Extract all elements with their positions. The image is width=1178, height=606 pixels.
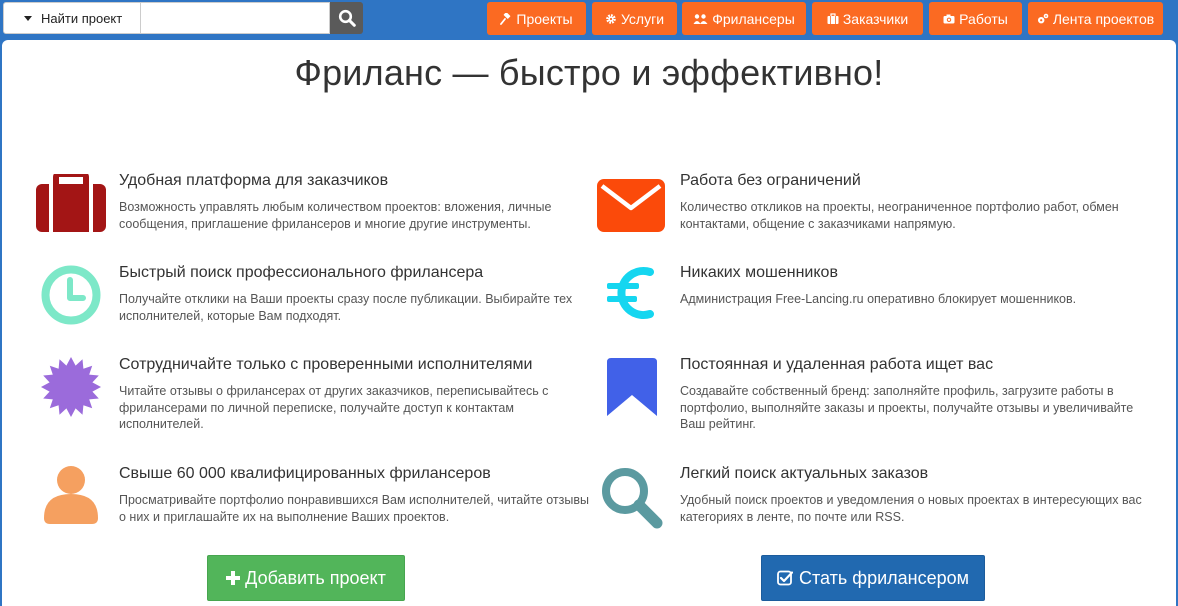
- nav-clients[interactable]: Заказчики: [812, 2, 923, 35]
- users-icon: [693, 13, 708, 24]
- nav-projects-feed[interactable]: Лента проектов: [1028, 2, 1163, 35]
- briefcase-icon: [36, 174, 106, 232]
- top-bar: Найти проект Проекты Услуги Фрилансеры З…: [0, 0, 1178, 40]
- feature-title: Быстрый поиск профессионального фрилансе…: [119, 264, 484, 281]
- feature-title: Удобная платформа для заказчиков: [119, 172, 389, 189]
- nav-projects-label: Проекты: [516, 10, 573, 27]
- caret-down-icon: [24, 15, 32, 21]
- search-icon: [602, 468, 663, 529]
- clock-icon: [41, 265, 101, 325]
- search-icon: [338, 9, 356, 27]
- feature-text: Получайте отклики на Ваши проекты сразу …: [119, 292, 573, 323]
- search-group: Найти проект: [3, 2, 363, 34]
- nav-clients-label: Заказчики: [842, 10, 909, 27]
- gavel-icon: [500, 12, 511, 25]
- feature-title: Сотрудничайте только с проверенными испо…: [119, 356, 533, 373]
- feature-title: Свыше 60 000 квалифицированных фрилансер…: [119, 465, 491, 482]
- feature-text: Просматривайте портфолио понравившихся В…: [119, 493, 589, 524]
- nav-freelancers[interactable]: Фрилансеры: [682, 2, 806, 35]
- euro-icon: [607, 267, 654, 319]
- feature-title: Работа без ограничений: [680, 172, 861, 189]
- nav-projects-feed-label: Лента проектов: [1052, 10, 1155, 27]
- nav-freelancers-label: Фрилансеры: [712, 10, 795, 27]
- become-freelancer-button[interactable]: Стать фрилансером: [761, 555, 985, 601]
- search-type-dropdown[interactable]: Найти проект: [3, 2, 141, 34]
- feature-text: Создавайте собственный бренд: заполняйте…: [680, 384, 1134, 431]
- feature-text: Возможность управлять любым количеством …: [119, 200, 552, 231]
- bookmark-icon: [607, 358, 657, 416]
- feature-title: Легкий поиск актуальных заказов: [680, 465, 929, 482]
- gears-icon: [1037, 13, 1049, 23]
- plus-icon: [226, 571, 241, 585]
- camera-icon: [943, 14, 955, 23]
- nav-services-label: Услуги: [620, 10, 665, 27]
- page-title: Фриланс — быстро и эффективно!: [294, 52, 884, 93]
- feature-text: Удобный поиск проектов и уведомления о н…: [680, 493, 1142, 524]
- briefcase-icon: [827, 12, 839, 24]
- nav-services[interactable]: Услуги: [592, 2, 677, 35]
- search-input[interactable]: [140, 2, 331, 34]
- envelope-icon: [597, 179, 665, 232]
- nav-works-label: Работы: [959, 10, 1008, 27]
- search-type-label: Найти проект: [41, 10, 123, 26]
- add-project-label: Добавить проект: [245, 567, 386, 588]
- feature-title: Никаких мошенников: [680, 264, 838, 281]
- nav-works[interactable]: Работы: [929, 2, 1022, 35]
- feature-text: Количество откликов на проекты, неограни…: [680, 200, 1119, 231]
- feature-text: Администрация Free-Lancing.ru оперативно…: [680, 292, 1077, 306]
- gear-icon: [606, 13, 616, 24]
- feature-text: Читайте отзывы о фрилансерах от других з…: [119, 384, 549, 431]
- feature-title: Постоянная и удаленная работа ищет вас: [680, 356, 994, 373]
- search-button[interactable]: [330, 2, 363, 34]
- check-square-icon: [777, 570, 793, 586]
- become-freelancer-label: Стать фрилансером: [798, 567, 969, 588]
- nav-projects[interactable]: Проекты: [487, 2, 586, 35]
- add-project-button[interactable]: Добавить проект: [207, 555, 405, 601]
- certificate-icon: [41, 357, 101, 417]
- user-icon: [44, 466, 98, 524]
